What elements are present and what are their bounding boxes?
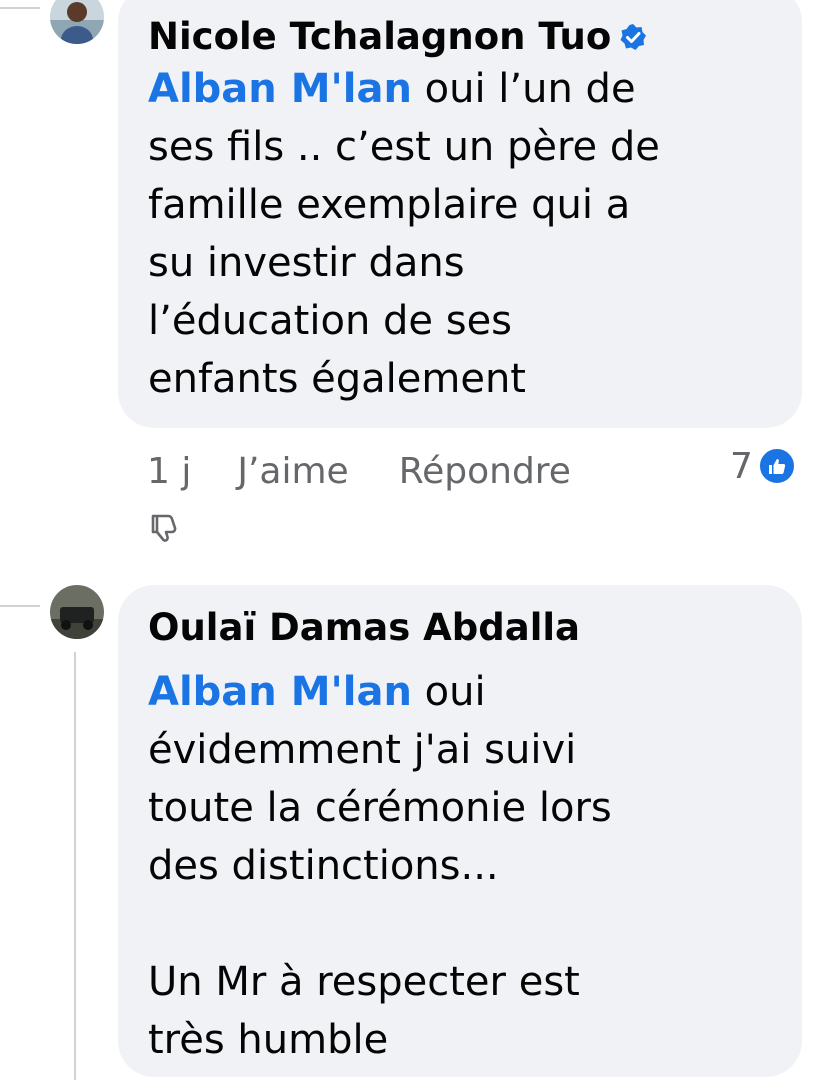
avatar[interactable]	[50, 0, 104, 44]
author-name[interactable]: Nicole Tchalagnon Tuo	[148, 14, 611, 60]
comment-author[interactable]: Nicole Tchalagnon Tuo	[148, 14, 772, 60]
user-avatar-icon	[50, 0, 104, 44]
comment-actions: 1 j J’aime Répondre	[147, 446, 571, 496]
comment-bubble: Oulaï Damas Abdalla Alban M'lan oui évid…	[118, 585, 802, 1077]
comment-text: Alban M'lan oui l’un de ses fils .. c’es…	[148, 60, 772, 408]
thread-connector-line	[0, 7, 40, 9]
dislike-icon[interactable]	[148, 512, 180, 544]
comment-timestamp[interactable]: 1 j	[147, 451, 191, 492]
user-avatar-icon	[50, 585, 104, 639]
like-thumbs-up-icon	[756, 446, 797, 486]
like-button[interactable]: J’aime	[237, 451, 348, 492]
comment-text: Alban M'lan oui évidemment j'ai suivi to…	[148, 663, 772, 1069]
author-name[interactable]: Oulaï Damas Abdalla	[148, 605, 580, 651]
reaction-summary[interactable]: 7	[730, 444, 797, 488]
mention-link[interactable]: Alban M'lan	[148, 669, 412, 715]
verified-badge-icon	[620, 24, 647, 50]
reaction-count: 7	[730, 445, 753, 487]
thread-connector-line	[74, 652, 76, 1080]
mention-link[interactable]: Alban M'lan	[148, 66, 412, 112]
avatar[interactable]	[50, 585, 104, 639]
reply-button[interactable]: Répondre	[399, 451, 571, 492]
comment-body: oui l’un de ses fils .. c’est un père de…	[148, 66, 660, 402]
comment-author[interactable]: Oulaï Damas Abdalla	[148, 605, 772, 651]
thread-connector-line	[0, 605, 40, 607]
comment-bubble: Nicole Tchalagnon Tuo Alban M'lan oui l’…	[118, 0, 802, 428]
comment-body: oui évidemment j'ai suivi toute la cérém…	[148, 669, 612, 1063]
